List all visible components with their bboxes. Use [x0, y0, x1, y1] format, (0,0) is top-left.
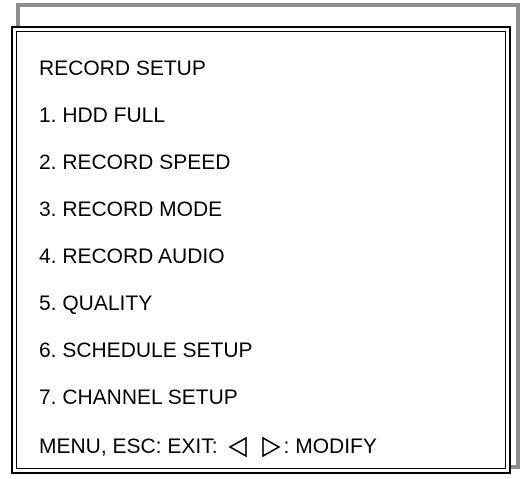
menu-item-hdd-full[interactable]: 1. HDD FULL	[39, 92, 253, 139]
menu-footer-hint: MENU, ESC: EXIT: : MODIFY	[39, 423, 377, 470]
exit-hint-text: MENU, ESC: EXIT:	[39, 435, 218, 458]
menu-item-record-mode[interactable]: 3. RECORD MODE	[39, 186, 253, 233]
menu-title: RECORD SETUP	[39, 57, 206, 80]
menu-item-quality[interactable]: 5. QUALITY	[39, 280, 253, 327]
record-setup-menu: RECORD SETUP 1. HDD FULL 2. RECORD SPEED…	[11, 26, 511, 474]
modify-hint-text: : MODIFY	[283, 435, 377, 458]
menu-item-record-speed[interactable]: 2. RECORD SPEED	[39, 139, 253, 186]
left-triangle-icon	[227, 436, 248, 458]
menu-list: RECORD SETUP 1. HDD FULL 2. RECORD SPEED…	[39, 45, 253, 421]
menu-item-record-audio[interactable]: 4. RECORD AUDIO	[39, 233, 253, 280]
menu-item-channel-setup[interactable]: 7. CHANNEL SETUP	[39, 374, 253, 421]
menu-item-schedule-setup[interactable]: 6. SCHEDULE SETUP	[39, 327, 253, 374]
right-triangle-icon	[261, 436, 281, 458]
